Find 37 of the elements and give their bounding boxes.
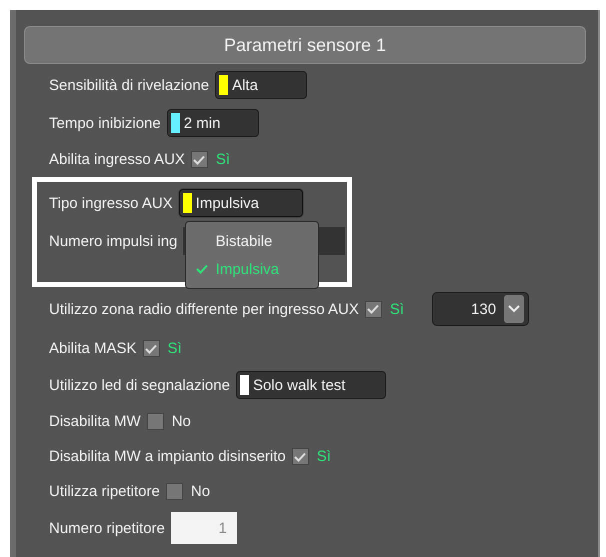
checkbox-value: No [172, 413, 191, 430]
checkbox[interactable] [364, 300, 382, 318]
checkbox[interactable] [142, 340, 160, 357]
select-field[interactable]: Alta [215, 71, 308, 99]
chevron-down-icon [508, 305, 520, 313]
select-field[interactable]: 2 min [166, 109, 259, 137]
checkbox-value: Sì [316, 448, 331, 465]
check-icon [145, 344, 158, 354]
panel-title: Parametri sensore 1 [24, 26, 586, 64]
field-label: Disabilita MW [49, 413, 141, 430]
checkbox[interactable] [146, 413, 164, 430]
number-dropdown[interactable]: 130 [432, 292, 530, 326]
field-label: Utilizzo zona radio differente per ingresso AUX [49, 300, 359, 318]
field-label: Utilizza ripetitore [49, 483, 160, 500]
field-label: Abilita MASK [49, 340, 137, 357]
field-label: Sensibilità di rivelazione [49, 76, 210, 94]
select-field[interactable]: Impulsiva [178, 189, 303, 217]
checkbox-value: Sì [168, 340, 182, 357]
field-label: Disabilita MW a impianto disinserito [49, 448, 286, 465]
field-label: Tipo ingresso AUX [49, 194, 173, 212]
field-label: Abilita ingresso AUX [49, 151, 185, 168]
dropdown-option[interactable]: Bistabile [186, 227, 318, 255]
checkbox-value: Sì [216, 151, 230, 168]
check-icon [193, 154, 206, 164]
check-icon [294, 452, 306, 462]
field-label: Numero ripetitore [49, 520, 165, 536]
field-label: Numero impulsi ing [49, 232, 178, 250]
checkbox[interactable] [166, 483, 183, 500]
checkbox[interactable] [292, 448, 309, 465]
select-field[interactable]: Solo walk test [236, 371, 386, 399]
field-label: Utilizzo led di segnalazione [49, 376, 230, 394]
checkbox-value: Sì [390, 300, 404, 318]
check-icon [367, 304, 380, 314]
field-label: Tempo inibizione [49, 114, 161, 132]
checkbox-value: No [190, 483, 210, 500]
check-icon [196, 264, 208, 274]
checkbox[interactable] [190, 151, 208, 168]
